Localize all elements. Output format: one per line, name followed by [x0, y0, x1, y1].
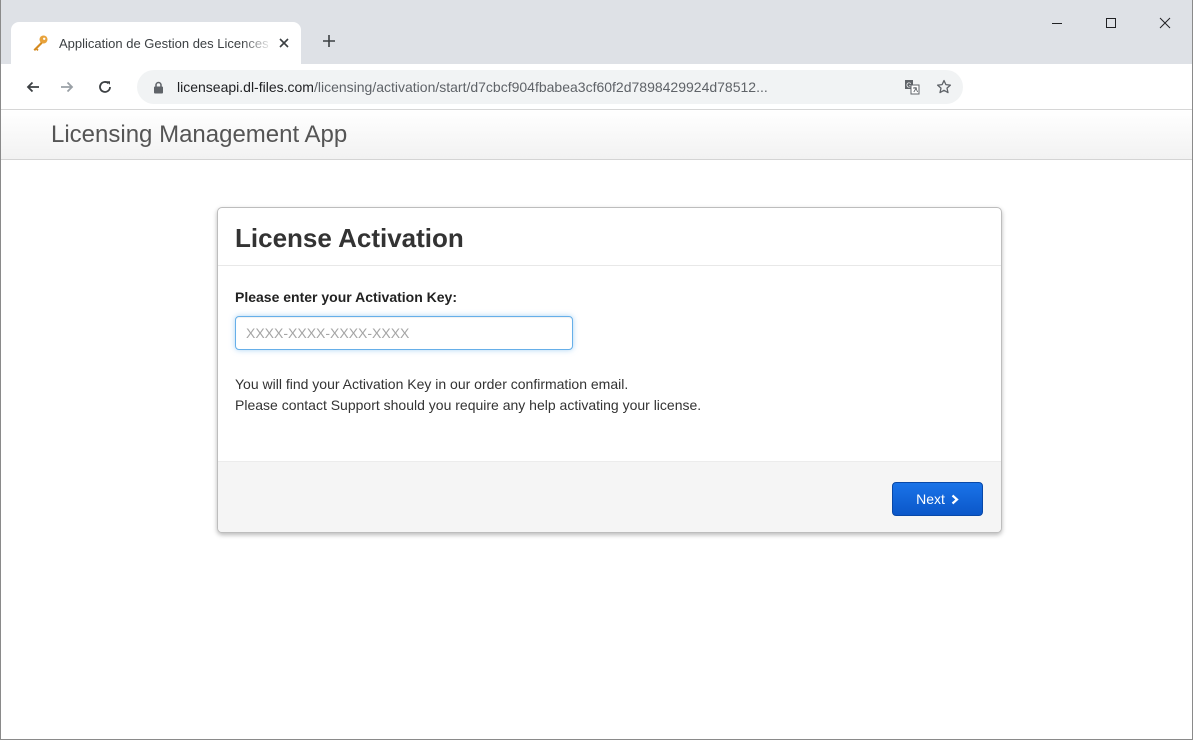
app-brand[interactable]: Licensing Management App [51, 121, 347, 149]
maximize-icon[interactable] [1084, 0, 1138, 46]
plus-icon[interactable] [317, 29, 341, 53]
url-host: licenseapi.dl-files.com [177, 79, 314, 95]
minimize-icon[interactable] [1030, 0, 1084, 46]
panel-footer: Next [218, 461, 1001, 532]
app-navbar: Licensing Management App [1, 110, 1192, 160]
tab-strip: Application de Gestion des Licences [1, 0, 1192, 64]
license-activation-panel: License Activation Please enter your Act… [217, 207, 1002, 533]
next-button[interactable]: Next [892, 482, 983, 516]
key-icon [29, 32, 51, 54]
forward-icon[interactable] [55, 75, 79, 99]
activation-key-label: Please enter your Activation Key: [235, 289, 458, 305]
panel-heading: License Activation [218, 208, 1001, 266]
chevron-right-icon [951, 494, 959, 505]
panel-title: License Activation [235, 223, 464, 253]
next-button-label: Next [916, 491, 945, 507]
back-icon[interactable] [21, 75, 45, 99]
browser-toolbar: licenseapi.dl-files.com/licensing/activa… [1, 64, 1192, 110]
reload-icon[interactable] [93, 75, 117, 99]
help-text: You will find your Activation Key in our… [235, 374, 701, 416]
browser-window: Application de Gestion des Licences lice… [0, 0, 1193, 740]
help-line-support: Please contact Support should you requir… [235, 397, 702, 413]
browser-tab[interactable]: Application de Gestion des Licences [11, 22, 301, 64]
address-bar[interactable]: licenseapi.dl-files.com/licensing/activa… [137, 70, 963, 104]
url-path: /licensing/activation/start/d7cbcf904fba… [313, 79, 768, 95]
lock-icon[interactable] [151, 79, 165, 95]
window-controls [1030, 0, 1192, 46]
help-line-email: You will find your Activation Key in our… [235, 376, 629, 392]
translate-icon[interactable]: G [903, 78, 921, 96]
url-text[interactable]: licenseapi.dl-files.com/licensing/activa… [177, 79, 897, 95]
activation-key-input[interactable] [235, 316, 573, 350]
close-window-icon[interactable] [1138, 0, 1192, 46]
tab-title: Application de Gestion des Licences [59, 35, 269, 51]
star-icon[interactable] [935, 78, 953, 96]
close-icon[interactable] [275, 34, 293, 52]
